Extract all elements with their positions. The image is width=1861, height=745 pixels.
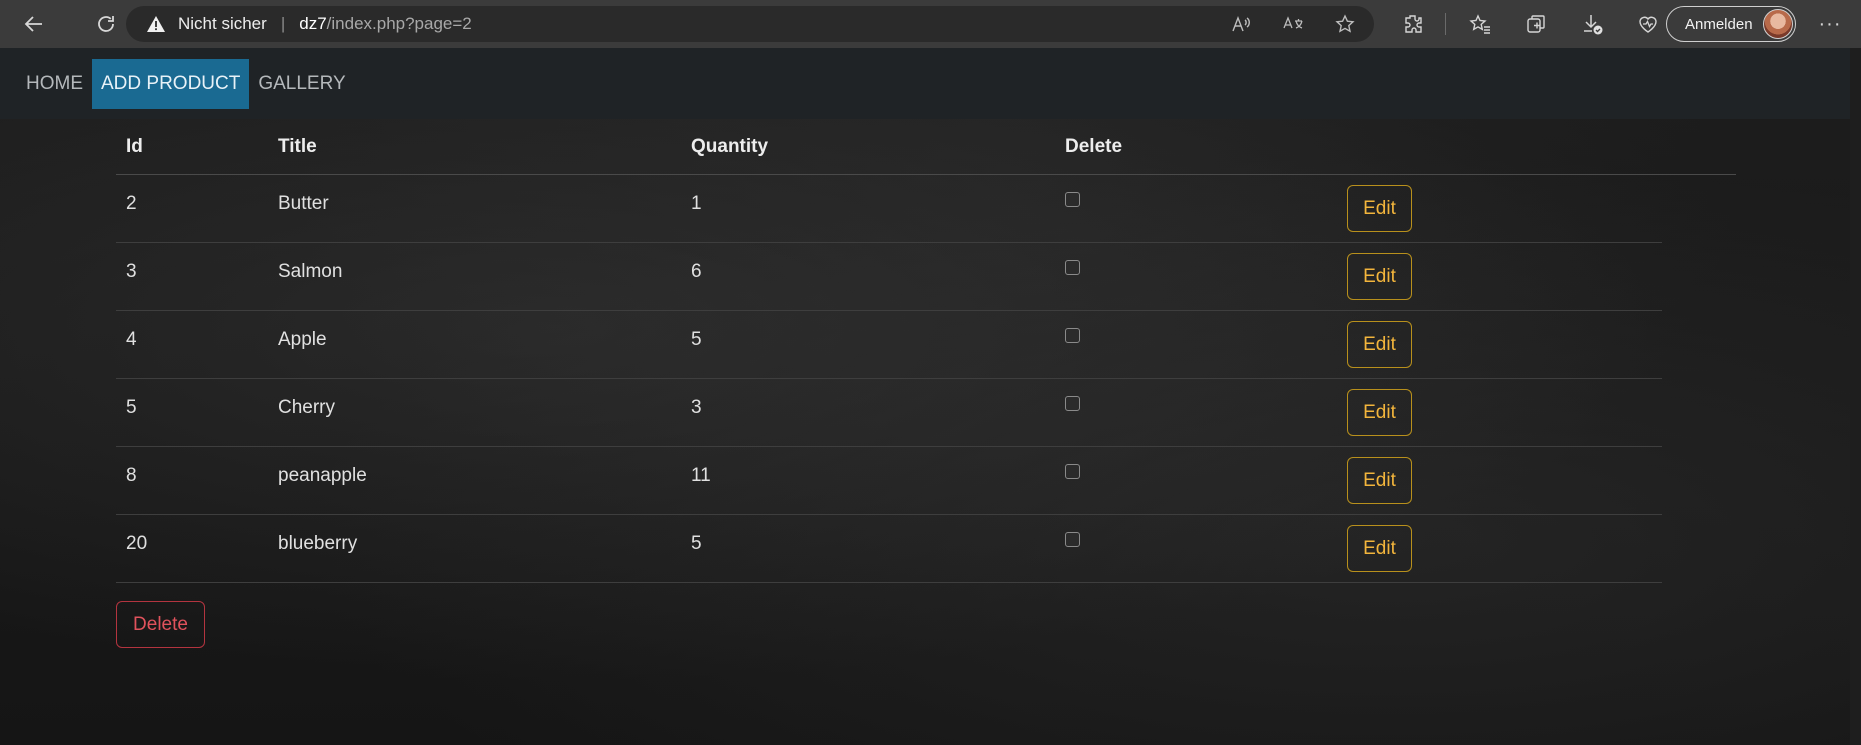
edit-button[interactable]: Edit — [1347, 253, 1412, 300]
cell-title: Apple — [278, 329, 327, 350]
nav-gallery[interactable]: GALLERY — [249, 59, 354, 109]
delete-selected-button[interactable]: Delete — [116, 601, 205, 648]
url-host: dz7 — [299, 14, 327, 33]
browser-essentials-icon[interactable] — [1630, 6, 1666, 42]
cell-quantity: 6 — [691, 261, 702, 282]
products-table: Id Title Quantity Delete 2 Butter 1 Edit… — [116, 119, 1736, 648]
extensions-icon[interactable] — [1395, 6, 1431, 42]
cell-quantity: 5 — [691, 533, 702, 554]
back-icon[interactable] — [16, 6, 52, 42]
favorites-icon[interactable] — [1462, 6, 1498, 42]
page-scrollbar[interactable] — [1850, 48, 1861, 745]
header-delete: Delete — [1065, 135, 1123, 157]
cell-id: 2 — [126, 193, 137, 214]
nav-home[interactable]: HOME — [17, 59, 92, 109]
warning-icon — [146, 13, 168, 35]
header-id: Id — [126, 135, 143, 157]
table-header: Id Title Quantity Delete — [116, 119, 1736, 175]
table-row: 5 Cherry 3 Edit — [116, 379, 1662, 447]
address-separator: | — [280, 14, 286, 33]
nav-add-product[interactable]: ADD PRODUCT — [92, 58, 250, 109]
cell-quantity: 3 — [691, 397, 702, 418]
cell-id: 3 — [126, 261, 137, 282]
downloads-icon[interactable] — [1574, 6, 1610, 42]
translate-icon[interactable] — [1282, 13, 1304, 35]
header-title: Title — [278, 135, 317, 157]
table-row: 2 Butter 1 Edit — [116, 175, 1662, 243]
cell-id: 4 — [126, 329, 137, 350]
cell-title: blueberry — [278, 533, 358, 554]
delete-checkbox[interactable] — [1065, 192, 1080, 207]
table-row: 3 Salmon 6 Edit — [116, 243, 1662, 311]
reload-icon[interactable] — [88, 6, 124, 42]
sign-in-label: Anmelden — [1685, 15, 1753, 33]
toolbar-separator — [1445, 13, 1446, 35]
address-bar[interactable]: Nicht sicher | dz7 /index.php?page=2 — [126, 6, 1374, 42]
more-options-icon[interactable]: ··· — [1812, 6, 1848, 42]
favorite-star-icon[interactable] — [1334, 13, 1356, 35]
cell-id: 20 — [126, 533, 148, 554]
table-row: 8 peanapple 11 Edit — [116, 447, 1662, 515]
site-navbar: HOME ADD PRODUCT GALLERY — [0, 48, 1850, 119]
cell-title: peanapple — [278, 465, 367, 486]
table-row: 20 blueberry 5 Edit — [116, 515, 1662, 583]
cell-id: 5 — [126, 397, 137, 418]
delete-checkbox[interactable] — [1065, 260, 1080, 275]
cell-quantity: 11 — [691, 465, 711, 486]
edit-button[interactable]: Edit — [1347, 321, 1412, 368]
delete-checkbox[interactable] — [1065, 464, 1080, 479]
edit-button[interactable]: Edit — [1347, 185, 1412, 232]
profile-avatar — [1763, 9, 1793, 39]
delete-checkbox[interactable] — [1065, 328, 1080, 343]
cell-title: Salmon — [278, 261, 343, 282]
delete-checkbox[interactable] — [1065, 396, 1080, 411]
table-row: 4 Apple 5 Edit — [116, 311, 1662, 379]
cell-title: Butter — [278, 193, 329, 214]
edit-button[interactable]: Edit — [1347, 525, 1412, 572]
read-aloud-icon[interactable] — [1230, 13, 1252, 35]
sign-in-button[interactable]: Anmelden — [1666, 6, 1796, 42]
delete-checkbox[interactable] — [1065, 532, 1080, 547]
page-background: HOME ADD PRODUCT GALLERY Id Title Quanti… — [0, 48, 1850, 745]
url-path: /index.php?page=2 — [326, 14, 472, 33]
browser-toolbar: Nicht sicher | dz7 /index.php?page=2 Anm… — [0, 0, 1861, 48]
cell-quantity: 1 — [691, 193, 702, 214]
edit-button[interactable]: Edit — [1347, 389, 1412, 436]
cell-id: 8 — [126, 465, 137, 486]
collections-icon[interactable] — [1518, 6, 1554, 42]
security-label: Nicht sicher — [178, 14, 267, 33]
cell-quantity: 5 — [691, 329, 702, 350]
cell-title: Cherry — [278, 397, 336, 418]
edit-button[interactable]: Edit — [1347, 457, 1412, 504]
header-quantity: Quantity — [691, 135, 769, 157]
